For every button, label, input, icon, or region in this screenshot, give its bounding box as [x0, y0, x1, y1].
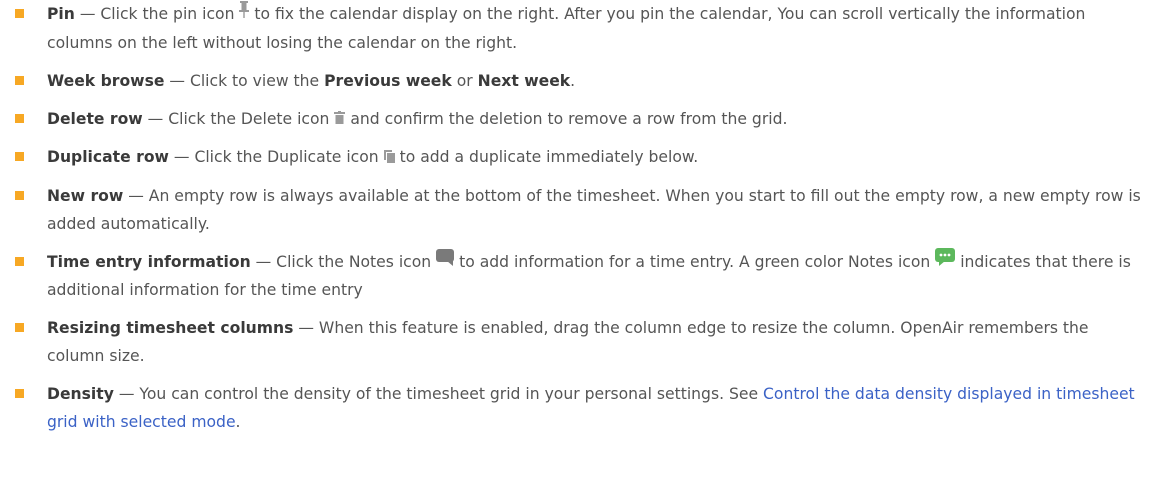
text: — Click the pin icon [74, 5, 240, 23]
feature-list: Pin — Click the pin icon to fix the cale… [0, 0, 1166, 436]
term-duplicate-row: Duplicate row [47, 148, 169, 166]
bullet [15, 323, 24, 332]
text: or [451, 71, 478, 90]
text: — Click the Delete icon [142, 109, 335, 128]
term-time-entry-information: Time entry information [47, 252, 251, 271]
bullet [15, 190, 24, 200]
duplicate-icon [383, 144, 395, 172]
bullet [15, 75, 24, 85]
pin-icon [239, 0, 250, 29]
list-item-time-entry-information: Time entry information — Click the Notes… [0, 248, 1166, 305]
list-item-duplicate-row: Duplicate row — Click the Duplicate icon… [0, 143, 1166, 172]
text: — Click the Notes icon [250, 252, 437, 271]
term-week-browse: Week browse [47, 71, 165, 90]
list-item-week-browse: Week browse — Click to view the Previous… [0, 67, 1166, 95]
text: — Click the Duplicate icon [168, 148, 384, 166]
text: . [235, 413, 241, 431]
term-pin: Pin [47, 5, 75, 23]
next-week-label: Next week [477, 71, 571, 90]
text: to add information for a time entry. A g… [454, 252, 936, 271]
term-delete-row: Delete row [47, 109, 143, 128]
text: — You can control the density of the tim… [113, 385, 764, 403]
text: to add a duplicate immediately below. [394, 148, 699, 166]
term-resizing-columns: Resizing timesheet columns [47, 319, 294, 337]
text: . [570, 71, 576, 90]
bullet [15, 9, 24, 18]
trash-icon [334, 105, 346, 133]
previous-week-label: Previous week [324, 71, 452, 90]
list-item-delete-row: Delete row — Click the Delete icon and c… [0, 105, 1166, 134]
term-density: Density [47, 385, 114, 403]
bullet [15, 152, 24, 161]
bullet [15, 256, 24, 266]
notes-green-icon [935, 248, 956, 276]
text: — Click to view the [164, 71, 325, 90]
list-item-new-row: New row — An empty row is always availab… [0, 182, 1166, 238]
list-item-pin: Pin — Click the pin icon to fix the cale… [0, 0, 1166, 57]
notes-icon [436, 248, 455, 276]
bullet [15, 113, 24, 123]
bullet [15, 389, 24, 398]
text: and confirm the deletion to remove a row… [345, 109, 788, 128]
list-item-density: Density — You can control the density of… [0, 380, 1166, 436]
term-new-row: New row [47, 186, 124, 205]
list-item-resizing-columns: Resizing timesheet columns — When this f… [0, 314, 1166, 370]
text: — An empty row is always available at th… [47, 186, 1141, 233]
